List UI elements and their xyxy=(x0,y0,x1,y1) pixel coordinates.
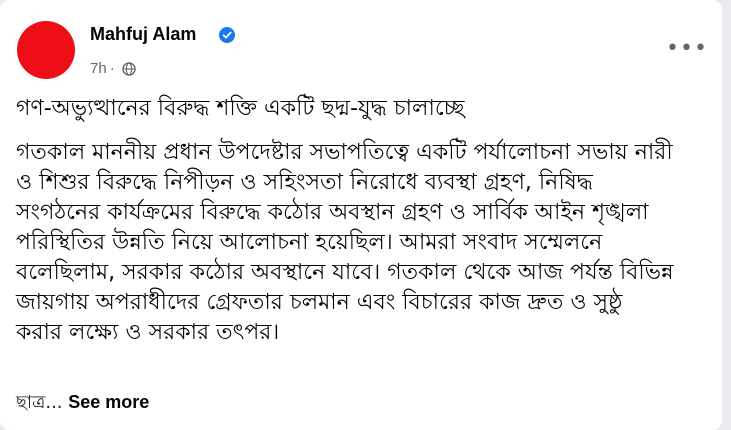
author-name[interactable]: Mahfuj Alam xyxy=(90,24,196,45)
verified-badge-icon xyxy=(219,27,235,43)
post-content: গণ-অভ্যুত্থানের বিরুদ্ধ শক্তি একটি ছদ্ম-… xyxy=(16,94,706,348)
post-truncated-line: ছাত্র... See more xyxy=(16,388,149,419)
post-headline: গণ-অভ্যুত্থানের বিরুদ্ধ শক্তি একটি ছদ্ম-… xyxy=(16,96,465,121)
meta-separator: · xyxy=(109,60,115,77)
post-meta: 7h · xyxy=(90,60,118,77)
post-body-line: গতকাল মাননীয় প্রধান উপদেষ্টার সভাপতিত্ব… xyxy=(16,140,673,165)
post-header: Mahfuj Alam 7h · ••• xyxy=(0,0,722,90)
avatar[interactable] xyxy=(17,21,75,79)
see-more-link[interactable]: See more xyxy=(68,392,149,412)
post-body-line: ও শিশুর বিরুদ্ধে নিপীড়ন ও সহিংসতা নিরোধ… xyxy=(16,170,593,195)
more-options-icon[interactable]: ••• xyxy=(666,38,708,60)
post-body-line: সংগঠনের কার্যক্রমের বিরুদ্ধে কঠোর অবস্থা… xyxy=(16,200,649,225)
post-body-line: জায়গায় অপরাধীদের গ্রেফতার চলমান এবং বি… xyxy=(16,290,623,315)
post-body-line: পরিস্থিতির উন্নতি নিয়ে আলোচনা হয়েছিল। … xyxy=(16,230,603,255)
post-body-line: করার লক্ষ্যে ও সরকার তৎপর। xyxy=(16,320,280,345)
post-body: গতকাল মাননীয় প্রধান উপদেষ্টার সভাপতিত্ব… xyxy=(16,138,706,348)
post-body-line: বলেছিলাম, সরকার কঠোর অবস্থানে যাবে। গতকা… xyxy=(16,260,674,285)
post-card: Mahfuj Alam 7h · ••• গণ-অভ্যুত্থানের বিরু… xyxy=(0,0,722,430)
post-time[interactable]: 7h xyxy=(90,60,107,77)
truncated-text: ছাত্র... xyxy=(16,392,63,413)
globe-icon[interactable] xyxy=(122,62,136,76)
